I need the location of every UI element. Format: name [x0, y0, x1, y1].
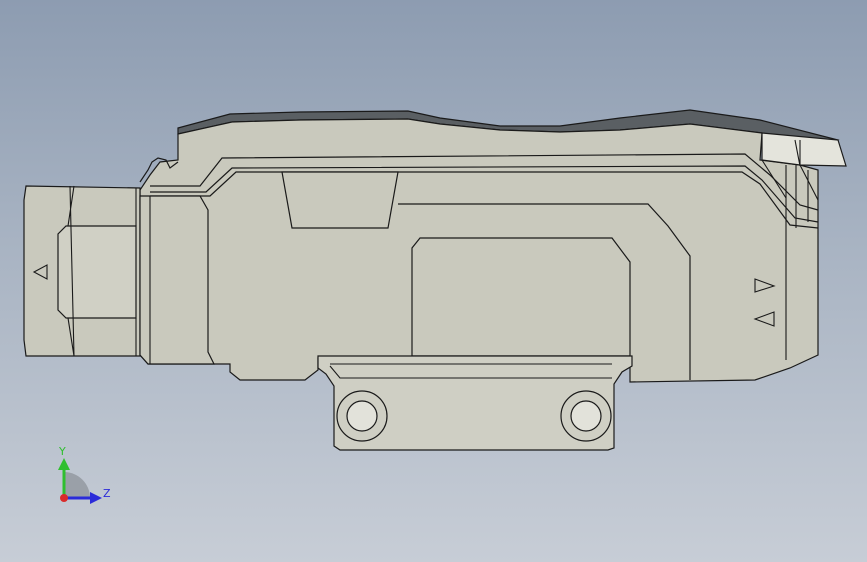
mounting-hole-right: [560, 390, 612, 442]
z-axis-label: Z: [103, 487, 111, 500]
z-axis-arrow-icon: [90, 492, 102, 504]
top-trapezoid-notch: [281, 171, 399, 229]
right-top-block: [761, 132, 847, 167]
triad-plane-icon: [64, 472, 90, 498]
mounting-hole-left: [336, 390, 388, 442]
coordinate-triad[interactable]: Y Z: [58, 445, 111, 504]
connector-inner-step: [57, 225, 137, 319]
cad-model-view[interactable]: Y Z: [0, 0, 867, 562]
center-recess-window: [411, 237, 631, 357]
y-axis-arrow-icon: [58, 458, 70, 470]
cad-viewport[interactable]: Y Z: [0, 0, 867, 562]
x-axis-origin-icon: [60, 494, 68, 502]
y-axis-label: Y: [58, 445, 66, 458]
connector-collar: [139, 195, 215, 365]
